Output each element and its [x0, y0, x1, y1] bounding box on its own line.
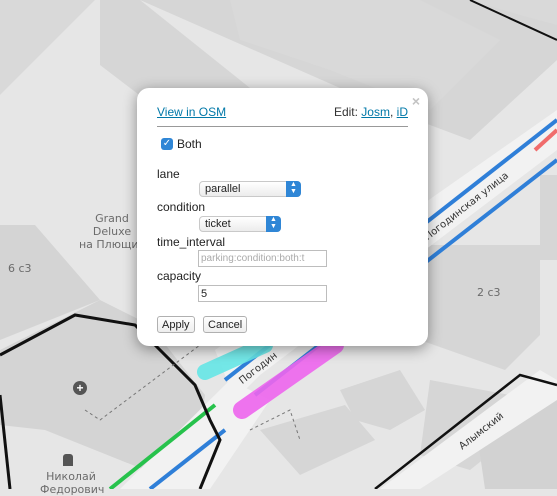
chevron-updown-icon: ▲ ▼ [266, 216, 281, 232]
time-interval-input[interactable] [198, 250, 327, 267]
header-divider [157, 126, 408, 127]
parking-editor-popup: × View in OSM Edit: Josm, iD ✓ Both lane… [137, 88, 428, 346]
building-label-2c3: 2 с3 [477, 286, 501, 299]
condition-select-value: ticket [205, 218, 231, 230]
view-in-osm-link[interactable]: View in OSM [157, 105, 226, 119]
edit-separator: , [389, 105, 394, 119]
capacity-label: capacity [157, 269, 202, 283]
capacity-input[interactable] [198, 285, 327, 302]
chevron-updown-icon: ▲ ▼ [286, 181, 301, 197]
popup-header: View in OSM Edit: Josm, iD [157, 105, 408, 119]
cancel-button[interactable]: Cancel [203, 316, 248, 333]
lane-select[interactable]: parallel ▲ ▼ [199, 181, 301, 197]
check-icon[interactable]: ✓ [161, 138, 173, 150]
both-checkbox-row[interactable]: ✓ Both [161, 137, 202, 151]
memorial-icon[interactable] [63, 454, 73, 466]
poi-label-nikolay: Николай Федорович [40, 470, 105, 496]
edit-prefix: Edit: [333, 105, 358, 119]
time-interval-label: time_interval [157, 235, 226, 249]
condition-select[interactable]: ticket ▲ ▼ [199, 216, 281, 232]
close-icon[interactable]: × [412, 93, 420, 109]
medical-cross-icon[interactable]: + [73, 381, 87, 395]
edit-links: Edit: Josm, iD [334, 105, 408, 119]
condition-label: condition [157, 200, 206, 214]
edit-josm-link[interactable]: Josm [361, 105, 390, 119]
apply-button[interactable]: Apply [157, 316, 195, 333]
building-label-6c3: 6 с3 [8, 262, 32, 275]
building [540, 175, 557, 260]
both-label: Both [177, 137, 202, 151]
lane-select-value: parallel [205, 183, 241, 195]
edit-id-link[interactable]: iD [397, 105, 408, 119]
lane-label: lane [157, 167, 180, 181]
